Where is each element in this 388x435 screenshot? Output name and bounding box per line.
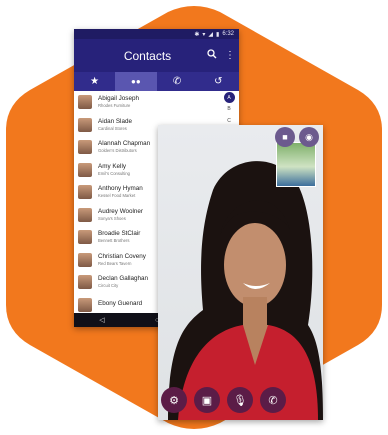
settings-icon[interactable]: ⚙ [161, 387, 187, 413]
tab-favorites[interactable]: ★ [74, 72, 115, 91]
app-bar: Contacts ⋮ [74, 39, 239, 72]
contact-company: Sonya's Shoes [98, 215, 126, 221]
microphone-icon[interactable]: 🎙 [227, 387, 253, 413]
signal-icon: ◢ [208, 31, 213, 38]
avatar [78, 117, 92, 132]
back-icon[interactable]: ◁ [99, 316, 104, 324]
tab-history[interactable]: ↺ [198, 72, 239, 91]
tab-bar: ★ ●● ✆ ↺ [74, 72, 239, 91]
star-icon: ★ [90, 76, 100, 87]
avatar [78, 140, 92, 155]
contact-company: Circuit City [98, 283, 119, 289]
avatar [78, 275, 92, 290]
contact-name: Audrey Woolner [98, 207, 144, 215]
eye-icon[interactable]: ◉ [299, 127, 319, 147]
bluetooth-icon: ✱ [194, 31, 200, 38]
avatar [78, 230, 92, 245]
more-vert-icon[interactable]: ⋮ [221, 50, 239, 61]
contact-name: Broadie StClair [98, 230, 141, 237]
self-view-thumbnail[interactable] [276, 142, 316, 187]
wifi-icon: ▾ [202, 31, 206, 38]
tab-contacts[interactable]: ●● [115, 72, 157, 91]
contact-company: Kessel Food Market [98, 193, 136, 199]
avatar [78, 162, 92, 177]
contact-name: Christian Coveny [98, 252, 146, 260]
history-icon: ↺ [214, 76, 223, 87]
contacts-icon: ●● [131, 77, 141, 86]
contact-company: Bennett Brothers [98, 238, 130, 244]
video-camera-icon[interactable]: ■ [275, 127, 295, 147]
battery-icon: ▮ [216, 31, 220, 38]
alphabet-index[interactable]: A B C [222, 92, 236, 127]
avatar [78, 297, 92, 312]
contact-name: Alannah Chapman [98, 140, 151, 147]
contact-company: Emil's Consulting [98, 170, 130, 176]
search-icon[interactable] [203, 49, 221, 62]
avatar [78, 185, 92, 200]
contact-name: Abigail Joseph [98, 95, 139, 102]
contact-name: Anthony Hyman [98, 185, 143, 192]
index-letter[interactable]: B [223, 103, 235, 115]
contact-name: Ebony Guenard [98, 299, 143, 307]
status-time: 6:32 [222, 31, 234, 37]
contact-name: Aidan Slade [98, 117, 132, 125]
tab-calls[interactable]: ✆ [157, 72, 198, 91]
phone-icon: ✆ [172, 76, 182, 87]
avatar [78, 95, 92, 110]
contact-company: Rhodes Furniture [98, 103, 131, 109]
dialpad-icon[interactable]: ▣ [194, 387, 220, 413]
page-title: Contacts [123, 48, 172, 63]
video-call-window: ■ ◉ ⚙ ▣ 🎙 ✆ [158, 125, 323, 420]
contact-company: Cardinal Stores [98, 125, 127, 131]
contact-company: Golden's Distributors [98, 148, 137, 154]
index-letter[interactable]: A [223, 92, 235, 103]
avatar [78, 207, 92, 222]
status-bar: ✱ ▾ ◢ ▮ 6:32 [74, 29, 239, 39]
end-call-icon[interactable]: ✆ [260, 387, 286, 413]
contact-name: Declan Gallaghan [98, 275, 149, 282]
avatar [78, 252, 92, 267]
contact-name: Amy Kelly [98, 162, 126, 170]
list-item[interactable]: Abigail Joseph Rhodes Furniture [74, 91, 239, 114]
contact-company: Red Bears Tavern [98, 260, 132, 266]
